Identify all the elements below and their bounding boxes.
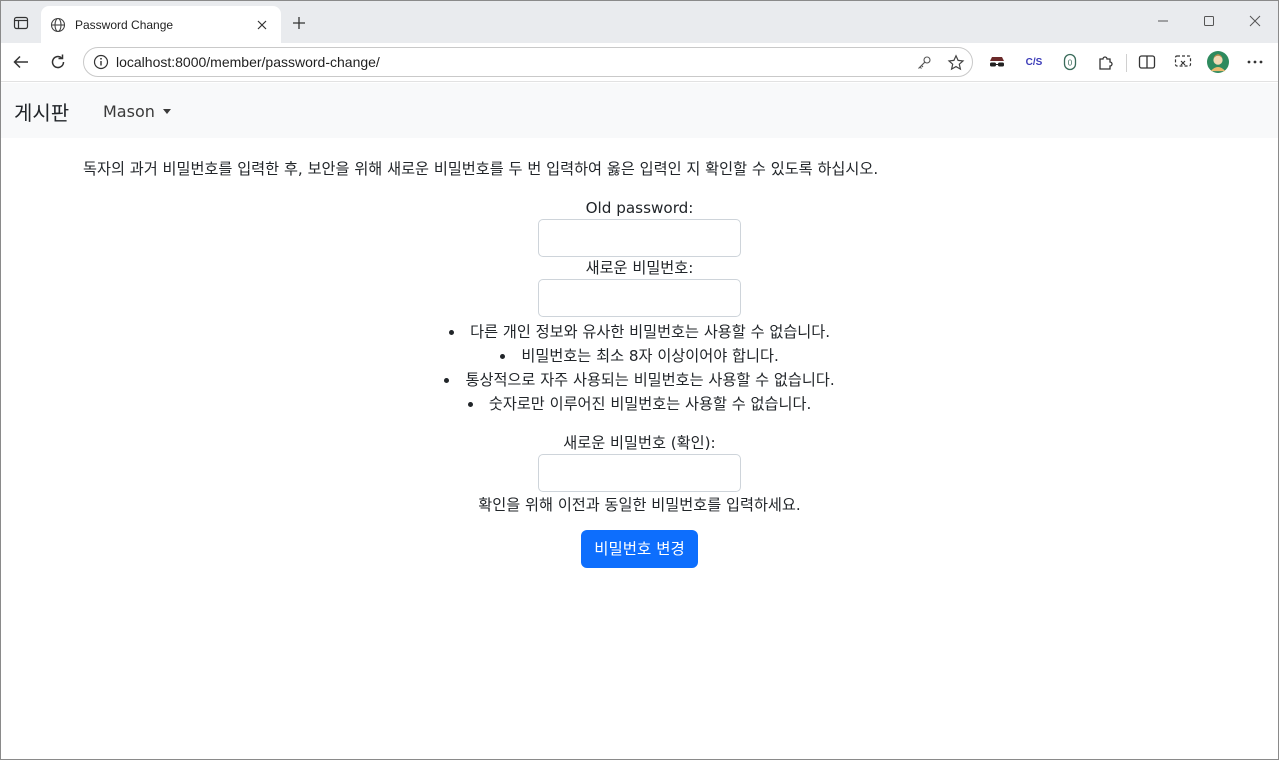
user-name: Mason (103, 102, 155, 121)
number-badge-extension-icon[interactable]: 0 (1059, 51, 1081, 73)
close-tab-icon[interactable] (253, 16, 271, 34)
address-bar[interactable]: localhost:8000/member/password-change/ (83, 47, 973, 77)
user-dropdown[interactable]: Mason (103, 102, 171, 121)
site-info-icon[interactable] (86, 54, 116, 70)
new-password-label: 새로운 비밀번호: (585, 259, 694, 277)
tab-actions-icon[interactable] (7, 9, 35, 37)
navbar-brand[interactable]: 게시판 (14, 97, 69, 126)
close-window-icon[interactable] (1235, 7, 1275, 35)
caret-down-icon (162, 109, 171, 114)
extensions-puzzle-icon[interactable] (1095, 51, 1117, 73)
password-change-form: Old password: 새로운 비밀번호: 다른 개인 정보와 유사한 비밀… (1, 197, 1278, 568)
refresh-icon[interactable] (43, 48, 73, 76)
more-menu-icon[interactable] (1244, 51, 1266, 73)
toolbar-separator (1126, 54, 1127, 72)
url-text: localhost:8000/member/password-change/ (116, 54, 380, 70)
screenshot-tool-icon[interactable] (1172, 51, 1194, 73)
minimize-icon[interactable] (1143, 7, 1183, 35)
password-rules-list: 다른 개인 정보와 유사한 비밀번호는 사용할 수 없습니다. 비밀번호는 최소… (420, 320, 860, 416)
old-password-input[interactable] (538, 219, 741, 257)
new-tab-icon[interactable] (287, 11, 311, 35)
confirm-password-input[interactable] (538, 454, 741, 492)
cs-extension-icon[interactable]: C/S (1023, 51, 1045, 73)
change-password-button[interactable]: 비밀번호 변경 (581, 530, 698, 568)
split-screen-icon[interactable] (1136, 51, 1158, 73)
tab-title: Password Change (75, 17, 174, 32)
password-rule: 다른 개인 정보와 유사한 비밀번호는 사용할 수 없습니다. (420, 320, 860, 344)
password-rule: 통상적으로 자주 사용되는 비밀번호는 사용할 수 없습니다. (420, 368, 860, 392)
profile-avatar[interactable] (1207, 51, 1229, 73)
new-password-input[interactable] (538, 279, 741, 317)
password-rule: 비밀번호는 최소 8자 이상이어야 합니다. (420, 344, 860, 368)
key-icon[interactable] (912, 51, 936, 75)
browser-window: Password Change localhost:8000/member/pa… (0, 0, 1279, 760)
browser-toolbar: localhost:8000/member/password-change/ C… (1, 43, 1278, 82)
maximize-icon[interactable] (1189, 7, 1229, 35)
page-content: 게시판 Mason 독자의 과거 비밀번호를 입력한 후, 보안을 위해 새로운… (1, 83, 1278, 759)
confirm-password-label: 새로운 비밀번호 (확인): (563, 434, 716, 452)
old-password-label: Old password: (585, 199, 694, 217)
svg-text:0: 0 (1068, 59, 1073, 68)
favorite-star-icon[interactable] (944, 51, 968, 75)
tab-password-change[interactable]: Password Change (41, 6, 281, 43)
globe-icon (49, 16, 67, 34)
incognito-extension-icon[interactable] (986, 51, 1008, 73)
instruction-text: 독자의 과거 비밀번호를 입력한 후, 보안을 위해 새로운 비밀번호를 두 번… (83, 160, 879, 178)
password-rule: 숫자로만 이루어진 비밀번호는 사용할 수 없습니다. (420, 392, 860, 416)
tab-strip: Password Change (1, 1, 1278, 43)
navbar: 게시판 Mason (1, 83, 1278, 138)
back-arrow-icon[interactable] (6, 48, 36, 76)
confirm-help-text: 확인을 위해 이전과 동일한 비밀번호를 입력하세요. (478, 496, 801, 514)
